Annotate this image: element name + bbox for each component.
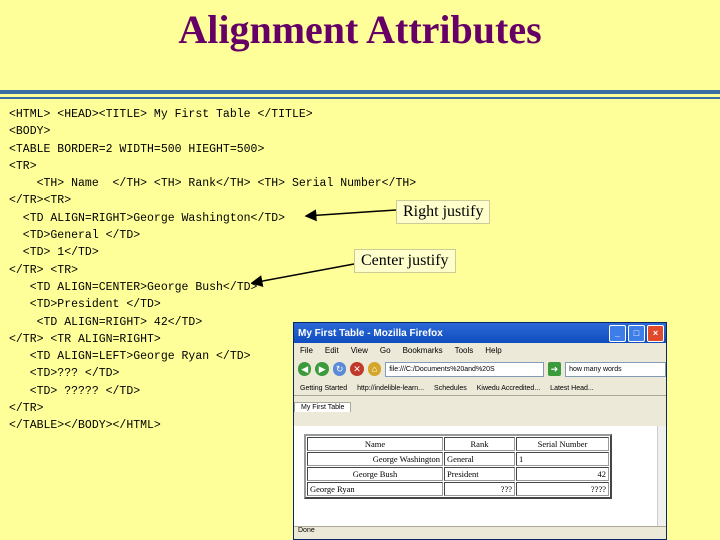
bookmarks-toolbar: Getting Started http://indelible-learn..… [294, 381, 666, 395]
column-header: Rank [444, 437, 515, 451]
menu-go[interactable]: Go [380, 346, 391, 355]
menu-edit[interactable]: Edit [325, 346, 339, 355]
forward-icon[interactable]: ▶ [315, 362, 329, 376]
tab-my-first-table[interactable]: My First Table [294, 402, 352, 412]
table-cell: 1 [516, 452, 609, 466]
table-cell: George Ryan [307, 482, 443, 496]
vertical-scrollbar[interactable] [657, 426, 666, 526]
page-content: Name Rank Serial Number George Washingto… [294, 426, 658, 526]
browser-window: My First Table - Mozilla Firefox _ □ × F… [293, 322, 667, 540]
search-input[interactable]: how many words [565, 361, 666, 377]
table-row: George Bush President 42 [307, 467, 609, 481]
table-cell: ???? [516, 482, 609, 496]
browser-titlebar: My First Table - Mozilla Firefox _ □ × [294, 323, 666, 343]
maximize-icon[interactable]: □ [628, 324, 645, 342]
table-row: George Ryan ??? ???? [307, 482, 609, 496]
menu-file[interactable]: File [300, 346, 313, 355]
menu-bookmarks[interactable]: Bookmarks [403, 346, 443, 355]
bookmark-item[interactable]: http://indelible-learn... [357, 385, 424, 392]
table-cell: 42 [516, 467, 609, 481]
demo-table: Name Rank Serial Number George Washingto… [304, 434, 612, 499]
bookmark-item[interactable]: Latest Head... [550, 385, 594, 392]
bookmark-item[interactable]: Getting Started [300, 385, 347, 392]
table-cell: George Bush [307, 467, 443, 481]
home-icon[interactable]: ⌂ [367, 362, 382, 376]
table-header-row: Name Rank Serial Number [307, 437, 609, 451]
tab-bar: My First Table [294, 395, 666, 412]
bookmark-item[interactable]: Kiwedu Accredited... [477, 385, 540, 392]
navigation-toolbar: ◀ ▶ ↻ ✕ ⌂ file:///C:/Documents%20and%20S… [294, 357, 666, 381]
center-justify-callout: Center justify [354, 249, 456, 273]
right-justify-arrow [304, 209, 397, 222]
minimize-icon[interactable]: _ [609, 324, 626, 342]
bookmark-item[interactable]: Schedules [434, 385, 467, 392]
table-row: George Washington General 1 [307, 452, 609, 466]
menu-view[interactable]: View [351, 346, 368, 355]
stop-icon[interactable]: ✕ [350, 362, 364, 376]
go-icon[interactable]: ➜ [547, 362, 562, 376]
right-justify-callout: Right justify [396, 200, 491, 224]
column-header: Name [307, 437, 443, 451]
table-cell: General [444, 452, 515, 466]
table-cell: George Washington [307, 452, 443, 466]
center-justify-arrow [250, 263, 355, 287]
table-cell: ??? [444, 482, 515, 496]
status-bar: Done [294, 526, 666, 539]
window-title: My First Table - Mozilla Firefox [298, 327, 443, 339]
address-bar[interactable]: file:///C:/Documents%20and%20S [385, 361, 544, 377]
table-cell: President [444, 467, 515, 481]
menu-tools[interactable]: Tools [455, 346, 474, 355]
menu-help[interactable]: Help [485, 346, 501, 355]
back-icon[interactable]: ◀ [298, 362, 312, 376]
close-icon[interactable]: × [647, 324, 664, 342]
reload-icon[interactable]: ↻ [332, 362, 347, 376]
menu-bar: File Edit View Go Bookmarks Tools Help [294, 343, 666, 357]
column-header: Serial Number [516, 437, 609, 451]
